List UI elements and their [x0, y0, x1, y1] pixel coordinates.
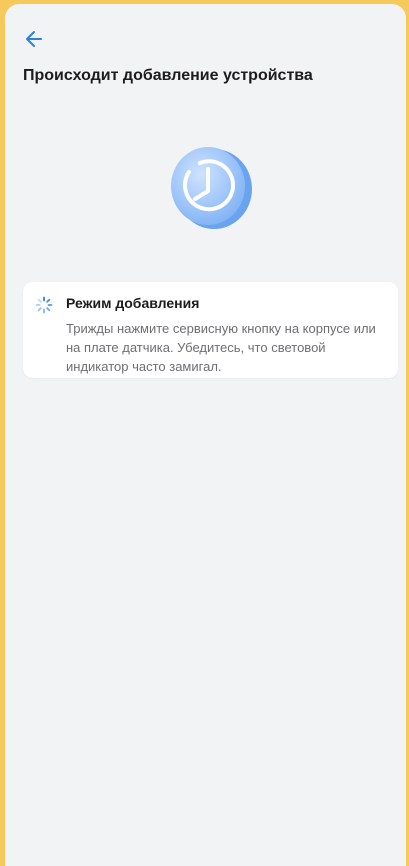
loading-spinner-icon [35, 296, 53, 314]
card-title: Режим добавления [66, 295, 200, 311]
adding-mode-card: Режим добавления Трижды нажмите сервисну… [23, 282, 398, 378]
app-screen: Происходит добавление устройства Режим д… [5, 4, 406, 866]
back-button[interactable] [23, 27, 47, 51]
arrow-left-icon [26, 31, 42, 47]
clock-illustration [162, 139, 258, 235]
clock-icon [171, 147, 252, 229]
card-description: Трижды нажмите сервисную кнопку на корпу… [66, 321, 376, 374]
page-title: Происходит добавление устройства [23, 67, 313, 84]
